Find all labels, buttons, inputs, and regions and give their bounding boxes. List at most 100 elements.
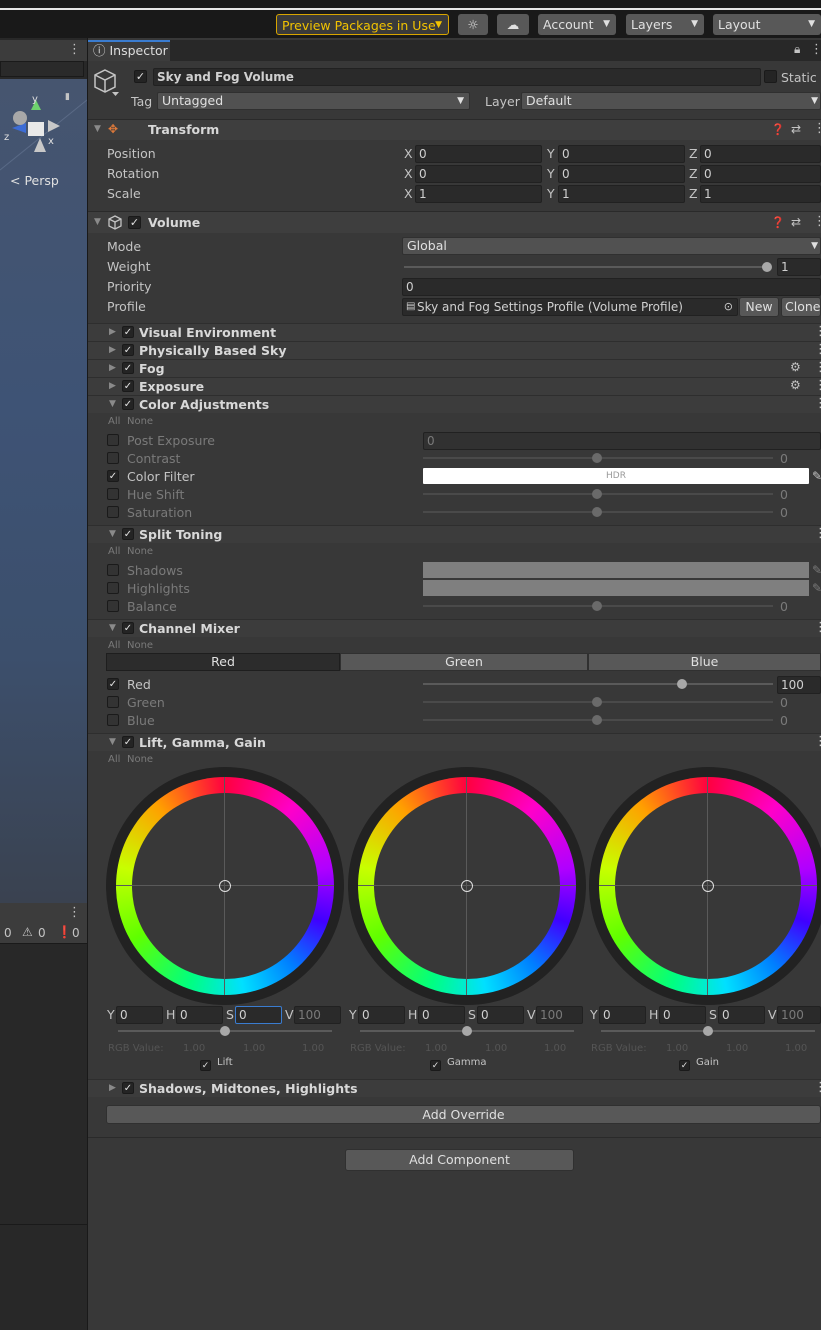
lift-y-field[interactable]: 0 — [116, 1006, 163, 1024]
override-checkbox[interactable]: ✓ — [122, 622, 134, 634]
rotation-x-field[interactable]: 0 — [415, 165, 542, 183]
more-icon[interactable]: ⋮ — [814, 1080, 821, 1095]
more-icon[interactable]: ⋮ — [813, 214, 821, 229]
saturation-checkbox[interactable] — [107, 506, 119, 518]
volume-header[interactable]: ▼ ✓ Volume ❓ ⇄ ⋮ — [88, 211, 821, 233]
blue-value[interactable]: 0 — [780, 713, 788, 728]
help-icon[interactable]: ❓ — [771, 123, 785, 136]
more-icon[interactable]: ⋮ — [814, 620, 821, 635]
position-y-field[interactable]: 0 — [558, 145, 685, 163]
lift-slider-knob[interactable] — [220, 1026, 230, 1036]
color-filter-swatch[interactable]: HDR — [423, 468, 809, 484]
error-icon[interactable]: ❗ — [57, 925, 72, 939]
green-value[interactable]: 0 — [780, 695, 788, 710]
eyedropper-icon[interactable]: ✎ — [812, 581, 821, 595]
override-shadows-midtones-highlights[interactable]: ▶ ✓ Shadows, Midtones, Highlights ⋮ — [88, 1079, 821, 1097]
error-count[interactable]: 0 — [72, 926, 80, 940]
highlights-checkbox[interactable] — [107, 582, 119, 594]
contrast-value[interactable]: 0 — [780, 451, 788, 466]
preset-icon[interactable]: ⇄ — [791, 215, 801, 229]
weight-field[interactable]: 1 — [777, 258, 821, 276]
override-checkbox[interactable]: ✓ — [122, 398, 134, 410]
shadows-color-swatch[interactable] — [423, 562, 809, 578]
hue-shift-slider-knob[interactable] — [592, 489, 602, 499]
add-override-button[interactable]: Add Override — [106, 1105, 821, 1124]
more-icon[interactable]: ⋮ — [810, 42, 821, 57]
none-toggle[interactable]: None — [127, 416, 153, 427]
advanced-settings-icon[interactable]: ⚙ — [790, 378, 801, 392]
lift-v-field[interactable]: 100 — [294, 1006, 341, 1024]
gain-s-field[interactable]: 0 — [718, 1006, 765, 1024]
hue-shift-checkbox[interactable] — [107, 488, 119, 500]
hue-shift-value[interactable]: 0 — [780, 487, 788, 502]
blue-checkbox[interactable] — [107, 714, 119, 726]
gain-v-field[interactable]: 100 — [777, 1006, 821, 1024]
gamma-checkbox[interactable]: ✓ — [430, 1060, 441, 1071]
cloud-icon[interactable]: ☁ — [497, 14, 529, 35]
static-checkbox[interactable] — [764, 70, 777, 83]
position-z-field[interactable]: 0 — [700, 145, 821, 163]
contrast-slider-knob[interactable] — [592, 453, 602, 463]
gain-color-wheel[interactable] — [589, 767, 821, 1005]
override-physically-based-sky[interactable]: ▶ ✓ Physically Based Sky ⋮ — [88, 341, 821, 359]
contrast-checkbox[interactable] — [107, 452, 119, 464]
eyedropper-icon[interactable]: ✎ — [812, 563, 821, 577]
override-checkbox[interactable]: ✓ — [122, 736, 134, 748]
gain-h-field[interactable]: 0 — [659, 1006, 706, 1024]
override-checkbox[interactable]: ✓ — [122, 326, 134, 338]
all-toggle[interactable]: All — [108, 416, 120, 427]
more-icon[interactable]: ⋮ — [814, 526, 821, 541]
all-toggle[interactable]: All — [108, 640, 120, 651]
more-icon[interactable]: ⋮ — [814, 342, 821, 357]
info-count[interactable]: 0 — [4, 926, 12, 940]
preset-icon[interactable]: ⇄ — [791, 122, 801, 136]
volume-enabled-checkbox[interactable]: ✓ — [128, 216, 141, 229]
highlights-color-swatch[interactable] — [423, 580, 809, 596]
active-checkbox[interactable]: ✓ — [134, 70, 147, 83]
layers-dropdown[interactable]: Layers ▼ — [626, 14, 704, 35]
override-lift-gamma-gain[interactable]: ▼ ✓ Lift, Gamma, Gain ⋮ — [88, 733, 821, 751]
priority-field[interactable]: 0 — [402, 278, 821, 296]
rotation-z-field[interactable]: 0 — [700, 165, 821, 183]
all-toggle[interactable]: All — [108, 546, 120, 557]
none-toggle[interactable]: None — [127, 546, 153, 557]
more-icon[interactable]: ⋮ — [814, 378, 821, 393]
override-exposure[interactable]: ▶ ✓ Exposure ⚙ ⋮ — [88, 377, 821, 395]
add-component-button[interactable]: Add Component — [345, 1149, 574, 1171]
lock-icon[interactable]: ▮ — [65, 92, 70, 102]
all-toggle[interactable]: All — [108, 754, 120, 765]
scene-view[interactable] — [0, 79, 87, 903]
mode-dropdown[interactable]: Global ▼ — [402, 237, 821, 255]
lift-checkbox[interactable]: ✓ — [200, 1060, 211, 1071]
more-icon[interactable]: ⋮ — [814, 324, 821, 339]
wheel-cursor[interactable] — [219, 880, 231, 892]
color-filter-checkbox[interactable]: ✓ — [107, 470, 119, 482]
post-exposure-field[interactable]: 0 — [423, 432, 821, 450]
layout-dropdown[interactable]: Layout ▼ — [713, 14, 821, 35]
gamma-y-field[interactable]: 0 — [358, 1006, 405, 1024]
eyedropper-icon[interactable]: ✎ — [812, 469, 821, 483]
more-icon[interactable]: ⋮ — [814, 734, 821, 749]
red-slider-knob[interactable] — [677, 679, 687, 689]
blue-slider-knob[interactable] — [592, 715, 602, 725]
gamma-v-field[interactable]: 100 — [536, 1006, 583, 1024]
scale-x-field[interactable]: 1 — [415, 185, 542, 203]
override-checkbox[interactable]: ✓ — [122, 528, 134, 540]
green-checkbox[interactable] — [107, 696, 119, 708]
more-icon[interactable]: ⋮ — [813, 121, 821, 136]
warning-count[interactable]: 0 — [38, 926, 46, 940]
object-picker-icon[interactable]: ⊙ — [724, 299, 733, 315]
gain-slider-knob[interactable] — [703, 1026, 713, 1036]
red-value[interactable]: 100 — [777, 676, 821, 694]
lock-icon[interactable]: 🔒︎ — [794, 42, 800, 57]
green-slider-knob[interactable] — [592, 697, 602, 707]
advanced-settings-icon[interactable]: ⚙ — [790, 360, 801, 374]
gamma-s-field[interactable]: 0 — [477, 1006, 524, 1024]
none-toggle[interactable]: None — [127, 640, 153, 651]
tab-inspector[interactable]: ⓘ Inspector — [88, 40, 170, 61]
override-checkbox[interactable]: ✓ — [122, 1082, 134, 1094]
balance-checkbox[interactable] — [107, 600, 119, 612]
position-x-field[interactable]: 0 — [415, 145, 542, 163]
gain-y-field[interactable]: 0 — [599, 1006, 646, 1024]
tab-green[interactable]: Green — [340, 653, 588, 671]
